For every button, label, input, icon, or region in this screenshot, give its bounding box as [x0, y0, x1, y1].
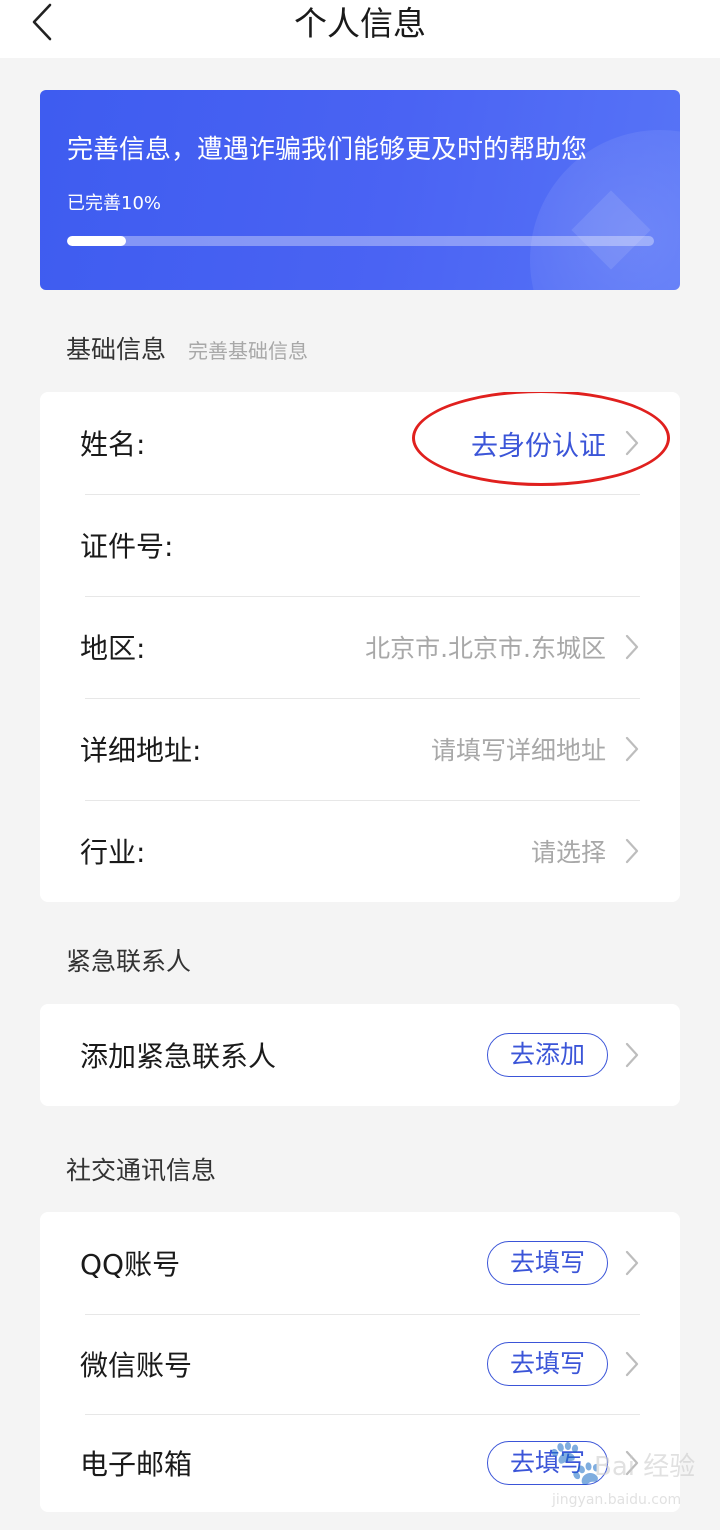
- row-name[interactable]: 姓名: 去身份认证: [40, 392, 680, 494]
- row-industry-action[interactable]: 请选择: [531, 833, 640, 869]
- watermark-url: jingyan.baidu.com: [552, 1492, 682, 1508]
- row-industry[interactable]: 行业: 请选择: [40, 800, 680, 902]
- add-contact-button[interactable]: 去添加: [486, 1033, 608, 1077]
- page-title: 个人信息: [294, 4, 426, 43]
- row-name-action[interactable]: 去身份认证: [471, 424, 640, 463]
- row-industry-value: 请选择: [530, 838, 606, 867]
- row-industry-label: 行业:: [80, 836, 146, 869]
- progress-bar: [67, 236, 654, 246]
- section-basic-subtitle: 完善基础信息: [188, 339, 309, 363]
- chevron-right-icon: [624, 735, 640, 763]
- top-bar: 个人信息: [0, 0, 720, 58]
- fill-wechat-button[interactable]: 去填写: [486, 1342, 608, 1386]
- section-title-social: 社交通讯信息: [66, 1156, 217, 1185]
- chevron-right-icon: [624, 633, 640, 661]
- row-region[interactable]: 地区: 北京市.北京市.东城区: [40, 596, 680, 698]
- chevron-right-icon: [624, 1350, 640, 1378]
- row-qq-label: QQ账号: [80, 1248, 181, 1281]
- fill-qq-button[interactable]: 去填写: [486, 1241, 608, 1285]
- basic-info-card: 姓名: 去身份认证 证件号: 地区: 北京市.北京市.东城区 详细地址: 请填写…: [40, 392, 680, 902]
- row-id-number[interactable]: 证件号:: [40, 494, 680, 596]
- banner-title: 完善信息，遭遇诈骗我们能够更及时的帮助您: [67, 135, 588, 165]
- baidu-watermark: 🐾 Bai 经验 jingyan.baidu.com: [548, 1438, 698, 1520]
- row-id-number-label: 证件号:: [80, 530, 174, 563]
- row-address-label: 详细地址:: [80, 734, 202, 767]
- progress-text: 已完善10%: [67, 193, 162, 214]
- chevron-right-icon: [624, 1041, 640, 1069]
- row-region-action[interactable]: 北京市.北京市.东城区: [365, 629, 640, 665]
- row-address[interactable]: 详细地址: 请填写详细地址: [40, 698, 680, 800]
- row-qq[interactable]: QQ账号 去填写: [40, 1212, 680, 1314]
- watermark-brand: Bai 经验: [594, 1452, 696, 1482]
- row-region-label: 地区:: [80, 632, 146, 665]
- chevron-right-icon: [624, 1249, 640, 1277]
- completion-banner: 完善信息，遭遇诈骗我们能够更及时的帮助您 已完善10%: [40, 90, 680, 290]
- section-title-basic: 基础信息 完善基础信息: [66, 332, 308, 369]
- row-address-action[interactable]: 请填写详细地址: [431, 731, 640, 767]
- identity-verify-link[interactable]: 去身份认证: [471, 424, 606, 463]
- chevron-right-icon: [624, 429, 640, 457]
- row-wechat-action[interactable]: 去填写: [486, 1342, 640, 1386]
- section-basic-title: 基础信息: [66, 335, 167, 364]
- chevron-right-icon: [624, 837, 640, 865]
- row-emergency-contact-label: 添加紧急联系人: [80, 1040, 277, 1073]
- progress-bar-fill: [67, 236, 126, 246]
- section-title-emergency: 紧急联系人: [66, 947, 192, 976]
- row-emergency-contact[interactable]: 添加紧急联系人 去添加: [40, 1004, 680, 1106]
- emergency-contact-card: 添加紧急联系人 去添加: [40, 1004, 680, 1106]
- row-wechat[interactable]: 微信账号 去填写: [40, 1314, 680, 1414]
- row-emergency-contact-action[interactable]: 去添加: [486, 1033, 640, 1077]
- row-qq-action[interactable]: 去填写: [486, 1241, 640, 1285]
- row-email-label: 电子邮箱: [80, 1448, 193, 1481]
- row-name-label: 姓名:: [80, 428, 146, 461]
- row-address-value: 请填写详细地址: [430, 736, 606, 765]
- row-region-value: 北京市.北京市.东城区: [365, 634, 606, 663]
- row-wechat-label: 微信账号: [80, 1349, 193, 1382]
